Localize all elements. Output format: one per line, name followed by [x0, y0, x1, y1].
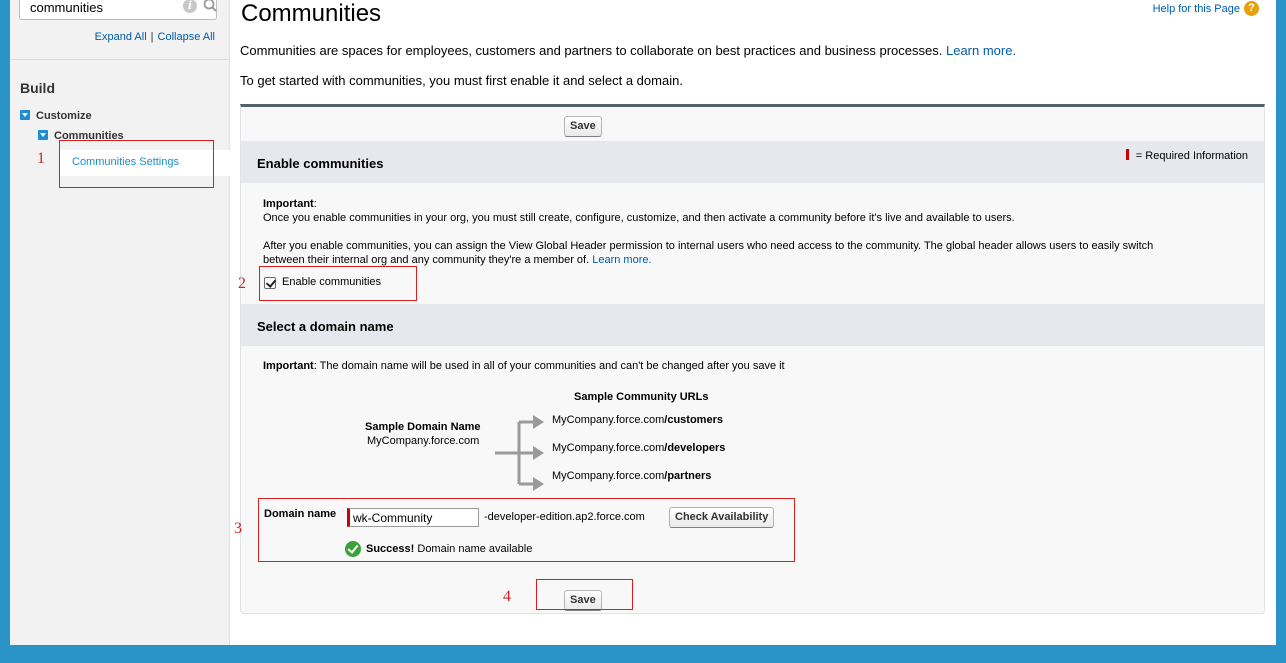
help-icon[interactable]: ?: [1244, 1, 1259, 16]
important-label: Important: [263, 360, 314, 372]
annotation-number-4: 4: [503, 588, 511, 605]
annotation-number-1: 1: [37, 150, 45, 167]
sample-urls-title: Sample Community URLs: [574, 391, 709, 403]
search-icon[interactable]: [203, 0, 217, 16]
global-header-text-line1: After you enable communities, you can as…: [263, 240, 1154, 252]
tree-item-label: Customize: [36, 110, 92, 122]
global-header-text-line2: between their internal org and any commu…: [263, 253, 652, 267]
sample-url-path: /partners: [664, 470, 712, 482]
sample-url-base: MyCompany.force.com: [552, 442, 665, 454]
annotation-number-3: 3: [234, 520, 242, 537]
sample-url-base: MyCompany.force.com: [552, 414, 665, 426]
annotation-box-2: [259, 266, 417, 301]
intro-line: Communities are spaces for employees, cu…: [240, 43, 943, 58]
sample-url-path: /developers: [664, 442, 726, 454]
global-header-text: between their internal org and any commu…: [263, 254, 590, 266]
sample-url-path: /customers: [664, 414, 723, 426]
domain-important-text: : The domain name will be used in all of…: [313, 360, 785, 372]
required-indicator-icon: [1125, 149, 1129, 160]
sample-url-developers: MyCompany.force.com/developers: [552, 441, 725, 455]
sample-url-partners: MyCompany.force.com/partners: [552, 469, 711, 483]
important-label: Important: [263, 198, 314, 210]
link-separator: |: [150, 31, 154, 43]
page-canvas: i Expand All| Collapse All Build Customiz…: [10, 0, 1276, 645]
sidebar-divider: [10, 59, 229, 60]
sample-url-customers: MyCompany.force.com/customers: [552, 413, 723, 427]
learn-more-link[interactable]: Learn more.: [946, 43, 1016, 58]
section-heading: Enable communities: [257, 156, 384, 171]
help-link[interactable]: Help for this Page: [1153, 3, 1240, 15]
required-info-text: = Required Information: [1135, 150, 1248, 162]
expand-collapse-links: Expand All | Collapse All: [95, 31, 215, 43]
url-branch-arrow-icon: [495, 415, 544, 491]
intro-text-2: To get started with communities, you mus…: [240, 73, 683, 88]
domain-important-note: Important: The domain name will be used …: [263, 359, 785, 373]
required-info-legend: = Required Information: [1125, 149, 1248, 162]
annotation-box-4: [536, 579, 633, 610]
sample-url-base: MyCompany.force.com: [552, 470, 665, 482]
collapse-all-link[interactable]: Collapse All: [158, 31, 215, 43]
search-input[interactable]: [20, 0, 170, 19]
domain-section-header: Select a domain name: [241, 304, 1264, 346]
tree-item-customize[interactable]: Customize: [20, 110, 92, 122]
important-note: Important:: [263, 197, 317, 211]
annotation-number-2: 2: [238, 275, 246, 292]
learn-more-link[interactable]: Learn more.: [592, 254, 651, 266]
annotation-box-1: [59, 140, 214, 188]
enable-section-header: Enable communities: [241, 141, 1264, 183]
search-box: i: [19, 0, 217, 20]
save-button-top[interactable]: Save: [564, 116, 602, 137]
expand-all-link[interactable]: Expand All: [95, 31, 147, 43]
collapse-toggle-icon[interactable]: [20, 110, 30, 120]
intro-text: Communities are spaces for employees, cu…: [240, 43, 1016, 58]
collapse-toggle-icon[interactable]: [38, 130, 48, 140]
page-title: Communities: [241, 0, 382, 27]
sidebar: i Expand All| Collapse All Build Customiz…: [10, 0, 230, 645]
important-text: Once you enable communities in your org,…: [263, 212, 1015, 224]
sample-domain-value: MyCompany.force.com: [367, 435, 480, 447]
sample-domain-title: Sample Domain Name: [365, 421, 481, 433]
section-heading: Select a domain name: [257, 319, 394, 334]
annotation-box-3: [258, 498, 795, 562]
important-colon: :: [313, 198, 317, 210]
build-section-title: Build: [20, 80, 55, 96]
info-icon[interactable]: i: [183, 0, 197, 13]
